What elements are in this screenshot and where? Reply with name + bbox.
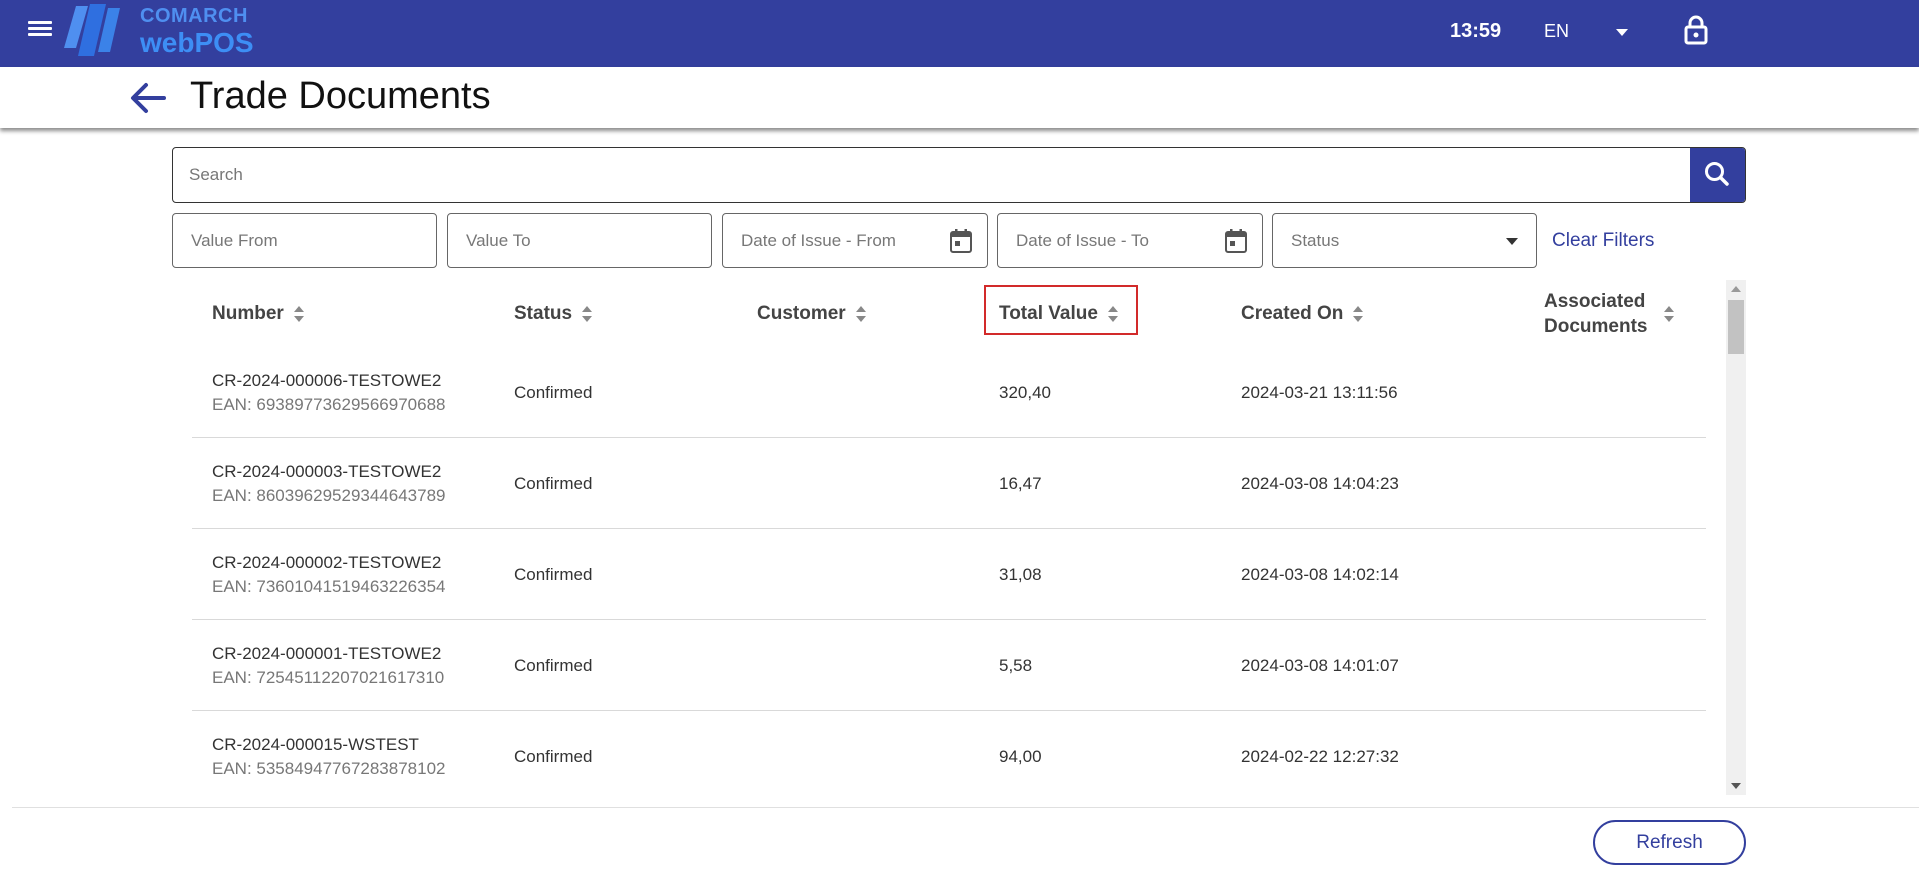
column-header-label: Customer (757, 303, 846, 324)
scroll-up-arrow-icon[interactable] (1731, 286, 1741, 292)
trade-documents-table: Number Status Customer Total Value Creat… (192, 280, 1706, 795)
page-title: Trade Documents (190, 75, 491, 117)
clock: 13:59 (1450, 20, 1502, 42)
sort-icon (1353, 306, 1364, 322)
chevron-down-icon (1506, 238, 1518, 245)
table-row[interactable]: CR-2024-000006-TESTOWE2 EAN: 69389773629… (192, 347, 1706, 438)
column-header-label: Created On (1241, 303, 1344, 324)
hamburger-menu-icon[interactable] (26, 18, 54, 40)
document-ean: EAN: 69389773629566970688 (212, 394, 446, 414)
search-button[interactable] (1690, 148, 1745, 202)
document-ean: EAN: 86039629529344643789 (212, 485, 446, 505)
sort-icon (582, 306, 593, 322)
status-select-placeholder: Status (1291, 231, 1340, 250)
footer-divider (12, 807, 1919, 808)
status-cell: Confirmed (514, 382, 593, 402)
table-row[interactable]: CR-2024-000001-TESTOWE2 EAN: 72545112207… (192, 620, 1706, 711)
search-icon (1705, 162, 1729, 186)
number-cell: CR-2024-000003-TESTOWE2 EAN: 86039629529… (212, 438, 446, 529)
scroll-down-arrow-icon[interactable] (1731, 783, 1741, 789)
created-on-cell: 2024-02-22 12:27:32 (1241, 746, 1399, 766)
value-from-field-wrap (172, 213, 437, 268)
brand-line-company: COMARCH (140, 5, 248, 27)
calendar-icon[interactable] (1224, 228, 1248, 254)
column-header-customer[interactable]: Customer (757, 280, 868, 348)
sort-icon (1664, 306, 1674, 322)
search-bar (172, 147, 1746, 203)
created-on-cell: 2024-03-08 14:02:14 (1241, 564, 1399, 584)
table-row[interactable]: CR-2024-000015-WSTEST EAN: 5358494776728… (192, 711, 1706, 795)
column-header-status[interactable]: Status (514, 280, 594, 348)
total-value-cell: 31,08 (999, 564, 1042, 584)
status-cell: Confirmed (514, 473, 593, 493)
value-to-input[interactable] (448, 214, 711, 267)
date-to-input[interactable] (998, 214, 1262, 267)
brand-name: COMARCH webPOS (140, 6, 254, 57)
number-cell: CR-2024-000006-TESTOWE2 EAN: 69389773629… (212, 347, 446, 438)
date-from-field-wrap (722, 213, 988, 268)
comarch-logo-icon (64, 4, 120, 56)
status-cell: Confirmed (514, 655, 593, 675)
highlight-box (984, 285, 1138, 335)
column-header-label: Number (212, 303, 284, 324)
document-ean: EAN: 72545112207021617310 (212, 667, 445, 687)
document-ean: EAN: 53584947767283878102 (212, 758, 446, 778)
table-scrollbar[interactable] (1726, 280, 1746, 795)
value-from-input[interactable] (173, 214, 436, 267)
clear-filters-link[interactable]: Clear Filters (1552, 230, 1654, 252)
date-from-input[interactable] (723, 214, 987, 267)
brand-line-product: webPOS (140, 27, 254, 58)
table-row[interactable]: CR-2024-000002-TESTOWE2 EAN: 73601041519… (192, 529, 1706, 620)
number-cell: CR-2024-000002-TESTOWE2 EAN: 73601041519… (212, 529, 446, 620)
total-value-cell: 5,58 (999, 655, 1033, 675)
sort-icon (293, 306, 304, 322)
document-ean: EAN: 73601041519463226354 (212, 576, 446, 596)
status-select[interactable]: Status (1272, 213, 1537, 268)
search-input[interactable] (173, 148, 1691, 202)
lock-icon[interactable] (1682, 14, 1710, 46)
status-cell: Confirmed (514, 564, 593, 584)
sort-icon (855, 306, 866, 322)
document-number: CR-2024-000003-TESTOWE2 (212, 461, 442, 481)
column-header-associated-documents[interactable]: Associated Documents (1544, 280, 1684, 348)
document-number: CR-2024-000006-TESTOWE2 (212, 370, 442, 390)
date-to-field-wrap (997, 213, 1263, 268)
total-value-cell: 16,47 (999, 473, 1042, 493)
value-to-field-wrap (447, 213, 712, 268)
total-value-cell: 320,40 (999, 382, 1051, 402)
created-on-cell: 2024-03-21 13:11:56 (1241, 382, 1398, 402)
column-header-number[interactable]: Number (212, 280, 306, 348)
created-on-cell: 2024-03-08 14:04:23 (1241, 473, 1399, 493)
column-header-created-on[interactable]: Created On (1241, 280, 1365, 348)
scrollbar-thumb[interactable] (1728, 300, 1744, 354)
document-number: CR-2024-000001-TESTOWE2 (212, 643, 442, 663)
document-number: CR-2024-000015-WSTEST (212, 734, 419, 754)
back-arrow-icon[interactable] (128, 79, 168, 117)
top-app-bar: COMARCH webPOS 13:59 EN (0, 0, 1919, 67)
calendar-icon[interactable] (949, 228, 973, 254)
number-cell: CR-2024-000001-TESTOWE2 EAN: 72545112207… (212, 620, 444, 711)
number-cell: CR-2024-000015-WSTEST EAN: 5358494776728… (212, 711, 446, 795)
created-on-cell: 2024-03-08 14:01:07 (1241, 655, 1399, 675)
chevron-down-icon[interactable] (1610, 24, 1634, 40)
table-row[interactable]: CR-2024-000003-TESTOWE2 EAN: 86039629529… (192, 438, 1706, 529)
refresh-button[interactable]: Refresh (1593, 820, 1746, 865)
document-number: CR-2024-000002-TESTOWE2 (212, 552, 442, 572)
page-header: Trade Documents (0, 67, 1919, 128)
column-header-label: Associated Documents (1544, 291, 1648, 337)
language-selector[interactable]: EN (1544, 21, 1569, 42)
total-value-cell: 94,00 (999, 746, 1042, 766)
column-header-label: Status (514, 303, 573, 324)
status-cell: Confirmed (514, 746, 593, 766)
